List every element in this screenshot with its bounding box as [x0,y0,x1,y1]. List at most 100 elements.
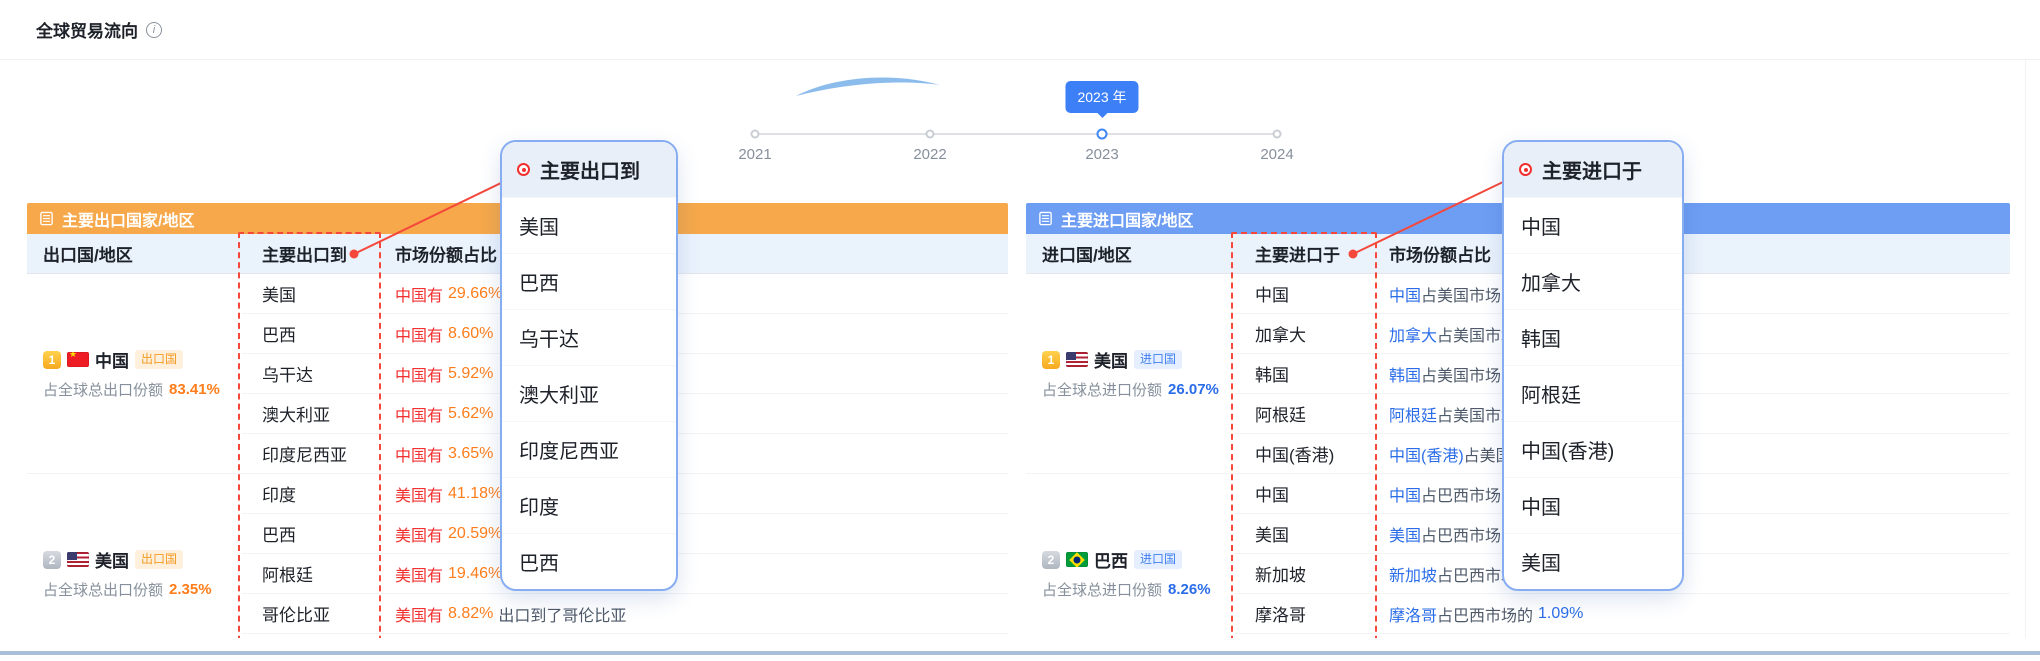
share-value: 26.07% [1168,381,1219,398]
import-table-icon [1038,211,1053,226]
dropdown-option[interactable]: 中国(香港) [1504,421,1682,477]
source-cell: 中国(香港) [1235,441,1373,466]
timeline-track[interactable] [755,133,1277,135]
destination-cell: 乌干达 [242,361,379,386]
table-row: 摩洛哥 摩洛哥占巴西市场的1.09% [1235,594,2010,634]
destination-cell: 澳大利亚 [242,401,379,426]
export-to-dropdown: 主要出口到 美国 巴西 乌干达 澳大利亚 印度尼西亚 印度 巴西 [500,140,678,591]
destination-cell: 巴西 [242,321,379,346]
dropdown-option[interactable]: 中国 [1504,477,1682,533]
timeline-year-label: 2023 [1067,146,1137,163]
source-cell: 新加坡 [1235,561,1373,586]
market-share-cell: 中国(香港)占美国市 [1373,442,2010,466]
col-market-share: 市场份额占比 [1373,241,2010,266]
share-value: 2.35% [169,581,212,598]
col-import-from: 主要进口于 [1235,241,1373,266]
rank-badge: 1 [1042,351,1060,369]
market-share-cell: 中国占巴西市场的 [1373,482,2010,506]
source-cell: 美国 [1235,521,1373,546]
market-share-cell: 中国有8.60%出 [379,322,1008,346]
info-icon[interactable]: i [146,22,162,38]
dropdown-option[interactable]: 巴西 [502,253,676,309]
country-name: 美国 [95,547,129,572]
col-exporter: 出口国/地区 [27,241,242,266]
export-table-title: 主要出口国家/地区 [62,207,194,231]
timeline-year-label: 2024 [1242,146,1312,163]
dropdown-option[interactable]: 美国 [502,197,676,253]
timeline-dot-2024[interactable] [1273,130,1282,139]
share-value: 83.41% [169,381,220,398]
source-cell: 阿根廷 [1235,401,1373,426]
trade-flow-panel: 2021 2022 2023 2024 2023 年 主要出口国家/地区 出口国… [14,60,2026,638]
market-share-cell: 中国有29.66%出 [379,282,1008,306]
market-share-cell: 中国占美国市场的 [1373,282,2010,306]
import-from-dropdown: 主要进口于 中国 加拿大 韩国 阿根廷 中国(香港) 中国 美国 [1502,140,1684,591]
dropdown-option[interactable]: 澳大利亚 [502,365,676,421]
import-table-title: 主要进口国家/地区 [1061,207,1193,231]
source-cell: 摩洛哥 [1235,601,1373,626]
timeline-tooltip: 2023 年 [1065,81,1138,113]
destination-cell: 印度尼西亚 [242,441,379,466]
dropdown-option[interactable]: 韩国 [1504,309,1682,365]
target-marker-icon [1519,163,1532,176]
dropdown-option[interactable]: 加拿大 [1504,253,1682,309]
table-row: 哥伦比亚 美国有8.82%出口到了哥伦比亚 [242,594,1008,634]
importer-tag: 进口国 [1134,350,1182,368]
market-share-cell: 美国有41.18%出 [379,482,1008,506]
rank-badge: 2 [43,551,61,569]
bottom-divider [0,651,2040,655]
timeline-dot-2023[interactable] [1097,129,1108,140]
country-name: 巴西 [1094,547,1128,572]
importer-group-usa: 1 美国 进口国 占全球总进口份额 26.07% [1026,274,1235,474]
timeline-year-label: 2021 [720,146,790,163]
dropdown-option[interactable]: 乌干达 [502,309,676,365]
export-table-icon [39,211,54,226]
source-cell: 中国 [1235,481,1373,506]
source-cell: 中国 [1235,281,1373,306]
share-label: 占全球总出口份额 [43,579,163,600]
col-market-share: 市场份额占比 [379,241,1008,266]
importer-tag: 进口国 [1134,550,1182,568]
destination-cell: 印度 [242,481,379,506]
share-label: 占全球总进口份额 [1042,579,1162,600]
page-title: 全球贸易流向 [36,17,138,42]
dropdown-title: 主要出口到 [540,155,640,184]
market-share-cell: 美国占巴西市场的 [1373,522,2010,546]
market-share-cell: 新加坡占巴西市场 [1373,562,2010,586]
flag-usa-icon [67,552,89,567]
market-share-cell: 美国有20.59%出 [379,522,1008,546]
market-share-cell: 中国有5.62%出 [379,402,1008,426]
market-share-cell: 中国有5.92%出 [379,362,1008,386]
title-bar: 全球贸易流向 i [0,0,2040,60]
dropdown-option[interactable]: 阿根廷 [1504,365,1682,421]
market-share-cell: 加拿大占美国市场 [1373,322,2010,346]
share-label: 占全球总出口份额 [43,379,163,400]
destination-cell: 美国 [242,281,379,306]
dropdown-option[interactable]: 美国 [1504,533,1682,589]
timeline-dot-2022[interactable] [926,130,935,139]
flag-usa-icon [1066,352,1088,367]
exporter-tag: 出口国 [135,350,183,368]
col-export-to: 主要出口到 [242,241,379,266]
destination-cell: 阿根廷 [242,561,379,586]
market-share-cell: 摩洛哥占巴西市场的1.09% [1373,602,2010,626]
source-cell: 韩国 [1235,361,1373,386]
share-value: 8.26% [1168,581,1211,598]
decorative-swoosh [794,72,944,102]
destination-cell: 哥伦比亚 [242,601,379,626]
rank-badge: 2 [1042,551,1060,569]
exporter-tag: 出口国 [135,550,183,568]
rank-badge: 1 [43,351,61,369]
dropdown-title: 主要进口于 [1542,155,1642,184]
dropdown-option[interactable]: 印度尼西亚 [502,421,676,477]
dropdown-option[interactable]: 印度 [502,477,676,533]
country-name: 美国 [1094,347,1128,372]
dropdown-option[interactable]: 中国 [1504,197,1682,253]
timeline-dot-2021[interactable] [751,130,760,139]
market-share-cell: 美国有19.46%出 [379,562,1008,586]
dropdown-option[interactable]: 巴西 [502,533,676,589]
market-share-cell: 中国有3.65%出 [379,442,1008,466]
country-name: 中国 [95,347,129,372]
source-cell: 加拿大 [1235,321,1373,346]
destination-cell: 巴西 [242,521,379,546]
